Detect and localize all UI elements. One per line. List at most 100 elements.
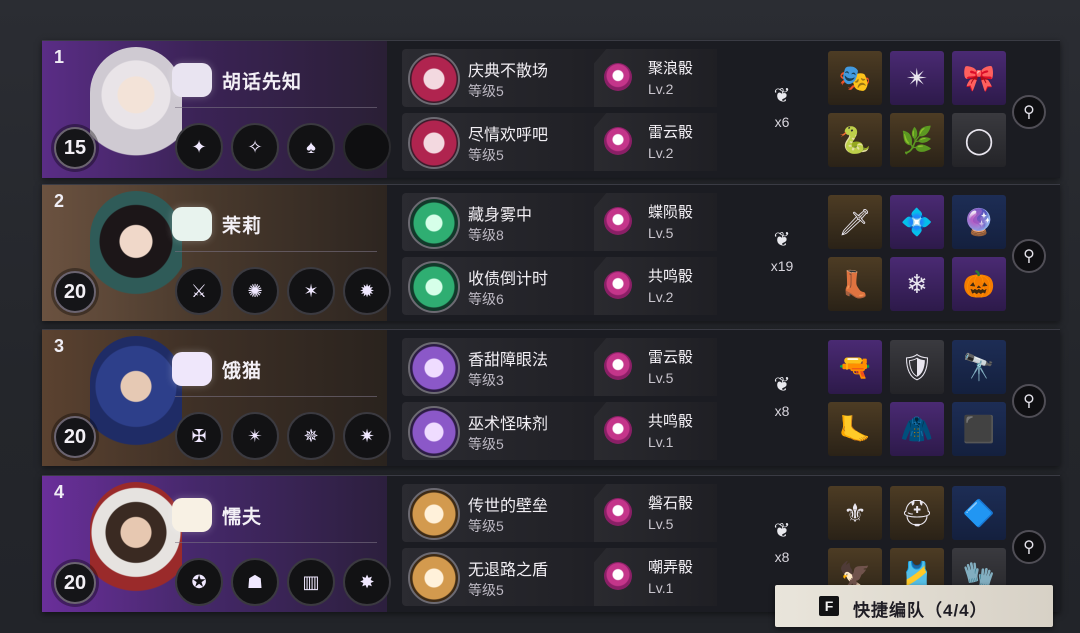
equipment-slot[interactable]: 💠 [890, 195, 944, 249]
dice-item[interactable]: 雷云骰 Lv.2 [594, 113, 717, 171]
level-value: 15 [63, 137, 87, 159]
skill-icon[interactable]: ⚔ [175, 267, 223, 315]
feather-multiplier: x19 [770, 258, 794, 274]
skill-icon[interactable]: ✷ [343, 412, 391, 460]
equipment-slot[interactable]: 🛡 [890, 340, 944, 394]
equipment-slot[interactable]: ❄ [890, 257, 944, 311]
skill-icon[interactable]: ✦ [175, 123, 223, 171]
team-row[interactable]: 3 20 饿猫 ✠ ✴ ✵ ✷ 香甜障眼法 等级3 巫术怪味剂 等级5 雷云骰 … [42, 329, 1060, 466]
equipment-slot[interactable]: 🎀 [952, 51, 1006, 105]
skill-list: ✦ ✧ ♠ [175, 123, 391, 171]
hero-portrait[interactable] [90, 336, 182, 462]
equipment-slot[interactable]: 🌿 [890, 113, 944, 167]
hero-portrait[interactable] [90, 47, 182, 173]
dice-name: 雷云骰 [648, 349, 694, 366]
equipment-slot[interactable]: 🐍 [828, 113, 882, 167]
search-icon[interactable]: ⚲ [1012, 95, 1046, 129]
equipment-slot[interactable]: 🗡 [828, 195, 882, 249]
hero-panel: 4 20 懦夫 ✪ ☗ ▥ ✸ [42, 476, 391, 612]
equipment-slot[interactable]: ✴ [890, 51, 944, 105]
skill-icon[interactable]: ✴ [231, 412, 279, 460]
skill-icon[interactable]: ✪ [175, 558, 223, 606]
dice-list: 聚浪骰 Lv.2 雷云骰 Lv.2 [594, 49, 717, 177]
equipment-slot[interactable]: ◯ [952, 113, 1006, 167]
feather-icon: ❦ [773, 229, 791, 251]
search-icon[interactable]: ⚲ [1012, 239, 1046, 273]
skill-icon[interactable]: ✺ [231, 267, 279, 315]
dice-name: 雷云骰 [648, 124, 694, 141]
quick-team-button[interactable]: F 快捷编队（4/4） [775, 585, 1053, 627]
row-index: 1 [54, 47, 65, 67]
hero-name: 懦夫 [222, 507, 263, 528]
equipment-slot[interactable]: 🎃 [952, 257, 1006, 311]
dice-item[interactable]: 磐石骰 Lv.5 [594, 484, 717, 542]
skill-icon[interactable]: ✧ [231, 123, 279, 171]
equipment-grid: 🔫 🛡 🔭 🦶 🧥 ⬛ [828, 340, 1006, 456]
trait-level: 等级5 [468, 83, 504, 99]
dice-level: Lv.5 [648, 370, 674, 386]
skill-icon[interactable]: ✵ [287, 412, 335, 460]
eye-icon [172, 352, 212, 386]
hero-portrait[interactable] [90, 482, 182, 608]
divider [175, 251, 377, 252]
team-row[interactable]: 1 15 胡话先知 ✦ ✧ ♠ 庆典不散场 等级5 尽情欢呼吧 等级5 聚浪骰 … [42, 40, 1060, 178]
equipment-slot[interactable]: 🔷 [952, 486, 1006, 540]
dice-item[interactable]: 共鸣骰 Lv.2 [594, 257, 717, 315]
trait-icon [408, 53, 460, 105]
equipment-grid: 🗡 💠 🔮 👢 ❄ 🎃 [828, 195, 1006, 311]
feather-count: ❦ x19 [764, 227, 800, 274]
skill-icon[interactable]: ✹ [343, 267, 391, 315]
trait-name: 巫术怪味剂 [468, 416, 549, 433]
skill-icon[interactable]: ✠ [175, 412, 223, 460]
dice-icon [604, 127, 632, 155]
skill-list: ✪ ☗ ▥ ✸ [175, 558, 391, 606]
equipment-slot[interactable]: 🔭 [952, 340, 1006, 394]
equipment-slot[interactable]: ⬛ [952, 402, 1006, 456]
equipment-slot[interactable]: 🦶 [828, 402, 882, 456]
dice-icon [604, 416, 632, 444]
lips-icon [172, 63, 212, 97]
equipment-slot[interactable]: ⚜ [828, 486, 882, 540]
feather-icon: ❦ [773, 520, 791, 542]
skill-icon[interactable]: ✸ [343, 558, 391, 606]
level-value: 20 [63, 281, 87, 303]
skill-icon[interactable]: ✶ [287, 267, 335, 315]
dice-icon [604, 562, 632, 590]
dice-item[interactable]: 雷云骰 Lv.5 [594, 338, 717, 396]
divider [175, 542, 377, 543]
hero-panel: 2 20 茉莉 ⚔ ✺ ✶ ✹ [42, 185, 391, 321]
search-icon[interactable]: ⚲ [1012, 530, 1046, 564]
equipment-slot[interactable]: 🧥 [890, 402, 944, 456]
hero-portrait[interactable] [90, 191, 182, 317]
equipment-slot[interactable]: 🔮 [952, 195, 1006, 249]
dice-level: Lv.1 [648, 580, 674, 596]
dice-icon [604, 498, 632, 526]
level-badge: 20 [46, 558, 102, 606]
skill-icon[interactable]: ♠ [287, 123, 335, 171]
dice-level: Lv.1 [648, 434, 674, 450]
equipment-slot[interactable]: 🔫 [828, 340, 882, 394]
armor-icon [172, 498, 212, 532]
hero-name: 胡话先知 [222, 72, 303, 93]
empty-skill-slot[interactable] [343, 123, 391, 171]
feather-count: ❦ x8 [764, 518, 800, 565]
dice-list: 磐石骰 Lv.5 嘲弄骰 Lv.1 [594, 484, 717, 612]
team-row[interactable]: 2 20 茉莉 ⚔ ✺ ✶ ✹ 藏身雾中 等级8 收债倒计时 等级6 蝶陨骰 L… [42, 184, 1060, 321]
quick-team-label: 快捷编队（4/4） [853, 601, 988, 620]
dice-item[interactable]: 蝶陨骰 Lv.5 [594, 193, 717, 251]
dice-item[interactable]: 共鸣骰 Lv.1 [594, 402, 717, 460]
equipment-slot[interactable]: ⛑ [890, 486, 944, 540]
trait-level: 等级8 [468, 227, 504, 243]
divider [175, 107, 377, 108]
search-icon[interactable]: ⚲ [1012, 384, 1046, 418]
trait-name: 藏身雾中 [468, 207, 533, 224]
dice-item[interactable]: 聚浪骰 Lv.2 [594, 49, 717, 107]
dice-item[interactable]: 嘲弄骰 Lv.1 [594, 548, 717, 606]
equipment-slot[interactable]: 🎭 [828, 51, 882, 105]
equipment-slot[interactable]: 👢 [828, 257, 882, 311]
hero-name: 茉莉 [222, 216, 263, 237]
hero-panel: 3 20 饿猫 ✠ ✴ ✵ ✷ [42, 330, 391, 466]
skill-icon[interactable]: ▥ [287, 558, 335, 606]
dice-icon [604, 207, 632, 235]
skill-icon[interactable]: ☗ [231, 558, 279, 606]
